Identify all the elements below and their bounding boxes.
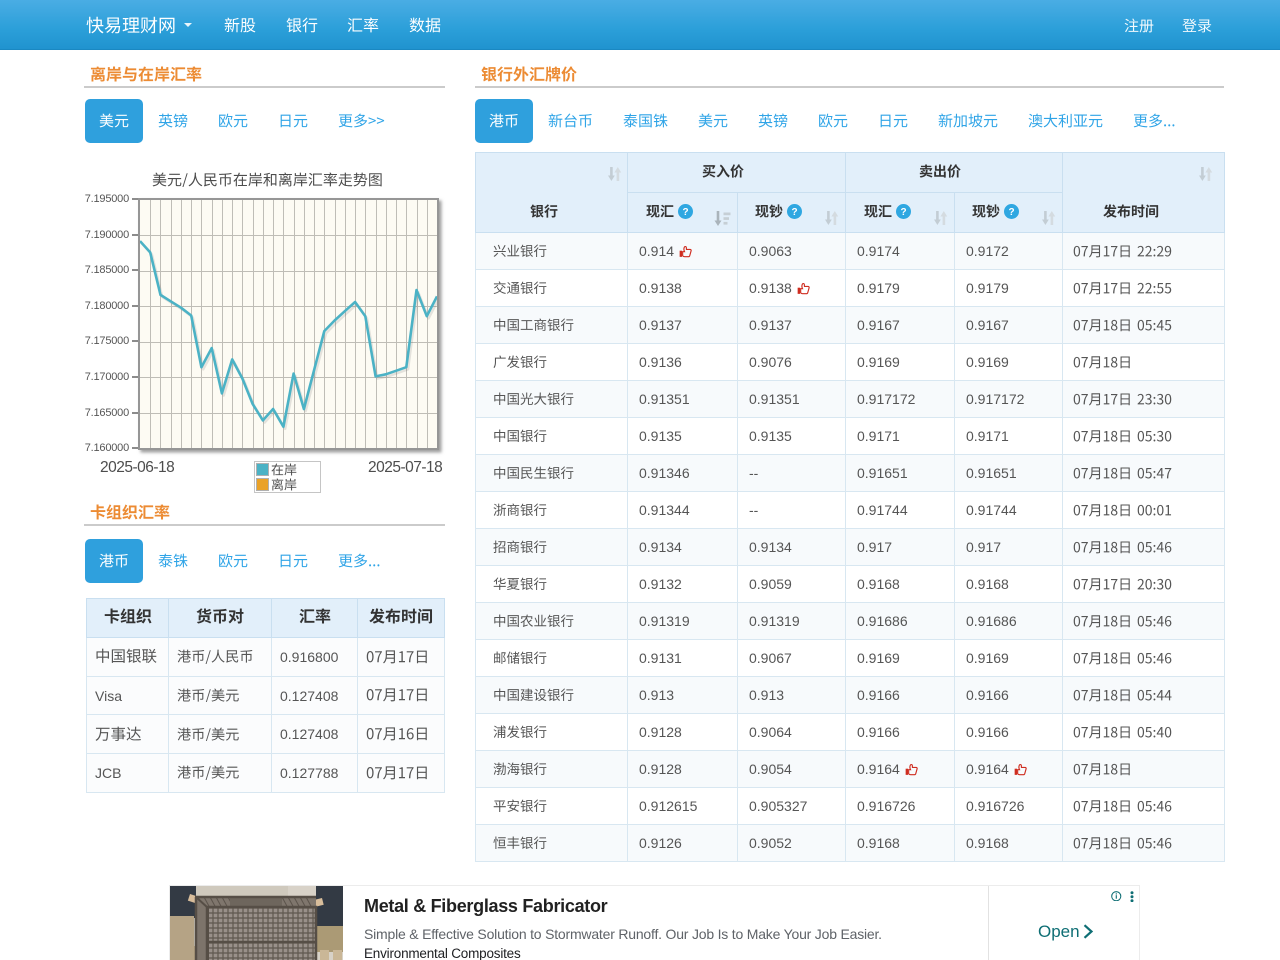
svg-text:?: ? — [1009, 207, 1015, 218]
svg-text:?: ? — [900, 207, 906, 218]
svg-text:?: ? — [683, 207, 689, 218]
svg-text:?: ? — [792, 207, 798, 218]
